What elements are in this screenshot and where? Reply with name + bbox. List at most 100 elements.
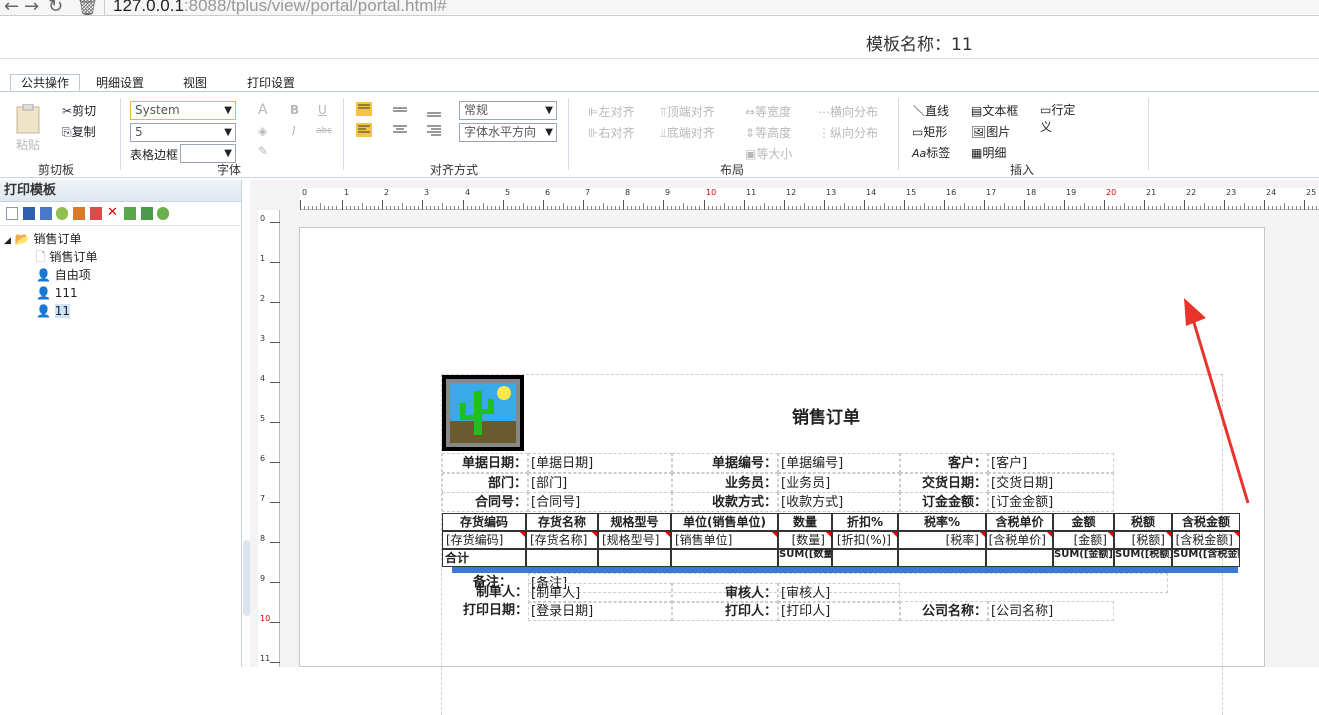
font-size-select[interactable]: 5 ▼ xyxy=(130,123,236,142)
top-align-button[interactable]: ⫪顶端对齐 xyxy=(660,103,715,120)
style-select[interactable]: 常规 ▼ xyxy=(459,101,557,120)
field-value[interactable]: [审核人] xyxy=(778,583,900,603)
table-sum-cell[interactable]: SUM([税额]) xyxy=(1114,549,1172,567)
field-label[interactable]: 合同号： xyxy=(442,492,528,512)
align-top-icon[interactable] xyxy=(355,102,373,119)
bold-button[interactable]: B xyxy=(290,103,299,117)
field-value[interactable]: [单据日期] xyxy=(528,453,672,473)
tab-view[interactable]: 视图 xyxy=(173,75,217,92)
field-value[interactable]: [登录日期] xyxy=(528,601,672,621)
align-right-layout-button[interactable]: ⊪右对齐 xyxy=(588,124,634,141)
table-header-cell[interactable]: 税率% xyxy=(898,513,986,531)
v-distribute-button[interactable]: ⋮纵向分布 xyxy=(818,124,878,141)
equal-size-button[interactable]: ▣等大小 xyxy=(745,145,792,162)
table-detail-cell[interactable]: [规格型号] xyxy=(598,531,671,549)
table-empty-cell[interactable] xyxy=(671,549,778,567)
table-empty-cell[interactable] xyxy=(898,549,986,567)
field-value[interactable]: [合同号] xyxy=(528,492,672,512)
field-value[interactable]: [公司名称] xyxy=(988,601,1114,621)
refresh-icon[interactable] xyxy=(157,207,170,220)
field-label[interactable]: 打印日期： xyxy=(442,601,528,621)
table-header-cell[interactable]: 金额 xyxy=(1053,513,1114,531)
field-label[interactable]: 打印人： xyxy=(672,601,778,621)
table-empty-cell[interactable] xyxy=(526,549,598,567)
table-empty-cell[interactable] xyxy=(986,549,1053,567)
fill-color-icon[interactable]: ◈ xyxy=(258,124,267,138)
table-header-cell[interactable]: 规格型号 xyxy=(598,513,671,531)
font-name-select[interactable]: System ▼ xyxy=(130,101,236,120)
field-value[interactable]: [收款方式] xyxy=(778,492,900,512)
field-value[interactable]: [客户] xyxy=(988,453,1114,473)
field-label[interactable]: 单据日期： xyxy=(442,453,528,473)
table-detail-cell[interactable]: [数量] xyxy=(778,531,832,549)
table-header-cell[interactable]: 含税单价 xyxy=(986,513,1053,531)
insert-row-define-button[interactable]: ▭行定义 xyxy=(1040,102,1086,136)
table-header-cell[interactable]: 含税金额 xyxy=(1172,513,1240,531)
table-header-cell[interactable]: 单位(销售单位) xyxy=(671,513,778,531)
field-value[interactable]: [部门] xyxy=(528,473,672,493)
h-distribute-button[interactable]: ⋯横向分布 xyxy=(818,103,878,120)
table-sum-cell[interactable]: SUM([数量]) xyxy=(778,549,832,567)
table-detail-cell[interactable]: [税额] xyxy=(1114,531,1172,549)
default-icon[interactable] xyxy=(73,207,86,220)
table-sum-cell[interactable]: 合计 xyxy=(442,549,526,567)
table-sum-cell[interactable]: SUM([金额]) xyxy=(1053,549,1114,567)
underline-button[interactable]: U xyxy=(318,103,327,117)
table-header-cell[interactable]: 存货名称 xyxy=(526,513,598,531)
bottom-align-button[interactable]: ⫫底端对齐 xyxy=(660,124,715,141)
paste-button[interactable]: 粘贴 xyxy=(14,104,42,153)
table-header-cell[interactable]: 数量 xyxy=(778,513,832,531)
field-label[interactable]: 交货日期： xyxy=(900,473,988,493)
table-detail-cell[interactable]: [税率] xyxy=(898,531,986,549)
tab-detail-settings[interactable]: 明细设置 xyxy=(86,75,154,92)
tree-item[interactable]: 🗋 销售订单 xyxy=(0,248,241,266)
table-detail-cell[interactable]: [销售单位] xyxy=(671,531,778,549)
back-icon[interactable]: ← xyxy=(4,0,19,17)
field-label[interactable]: 客户： xyxy=(900,453,988,473)
field-value[interactable]: [制单人] xyxy=(528,583,672,603)
brush-icon[interactable]: ✎ xyxy=(258,144,268,158)
field-label[interactable]: 订金金额： xyxy=(900,492,988,512)
import-icon[interactable] xyxy=(123,207,136,220)
tab-print-settings[interactable]: 打印设置 xyxy=(237,75,305,92)
table-header-cell[interactable]: 折扣% xyxy=(832,513,898,531)
field-label[interactable]: 部门： xyxy=(442,473,528,493)
export-icon[interactable] xyxy=(140,207,153,220)
save-as-icon[interactable] xyxy=(39,207,52,220)
field-value[interactable]: [业务员] xyxy=(778,473,900,493)
new-icon[interactable] xyxy=(6,207,18,220)
tree-item[interactable]: 👤 111 xyxy=(0,284,241,302)
save-icon[interactable] xyxy=(22,207,35,220)
insert-line-button[interactable]: ＼直线 xyxy=(913,102,949,119)
align-right-icon[interactable] xyxy=(426,124,442,139)
insert-label-button[interactable]: Aa标签 xyxy=(912,144,950,161)
tree-root[interactable]: ◢ 📂 销售订单 xyxy=(0,230,241,248)
field-value[interactable]: [打印人] xyxy=(778,601,900,621)
table-empty-cell[interactable] xyxy=(598,549,671,567)
forward-icon[interactable]: → xyxy=(24,0,39,17)
field-label[interactable]: 制单人： xyxy=(442,583,528,603)
insert-image-button[interactable]: 🖼图片 xyxy=(971,123,1010,140)
table-detail-cell[interactable]: [存货编码] xyxy=(442,531,526,549)
delete-icon[interactable]: ✕ xyxy=(107,206,119,220)
table-detail-cell[interactable]: [含税金额] xyxy=(1172,531,1240,549)
reload-icon[interactable]: ↻ xyxy=(48,0,63,17)
tree-item-selected[interactable]: 👤 11 xyxy=(0,302,241,320)
cactus-logo-icon[interactable] xyxy=(442,375,524,451)
field-label[interactable]: 审核人： xyxy=(672,583,778,603)
table-header-cell[interactable]: 存货编码 xyxy=(442,513,526,531)
strikethrough-button[interactable]: abc xyxy=(316,126,332,136)
align-center-icon[interactable] xyxy=(392,124,408,139)
italic-button[interactable]: I xyxy=(292,124,296,138)
align-left-icon[interactable] xyxy=(355,123,373,140)
table-detail-cell[interactable]: [金额] xyxy=(1053,531,1114,549)
table-header-cell[interactable]: 税额 xyxy=(1114,513,1172,531)
text-direction-select[interactable]: 字体水平方向 ▼ xyxy=(459,123,557,142)
cut-button[interactable]: ✂剪切 xyxy=(62,102,96,119)
field-label[interactable]: 公司名称： xyxy=(900,601,988,621)
insert-textbox-button[interactable]: ▤文本框 xyxy=(971,102,1018,119)
collapse-icon[interactable]: ◢ xyxy=(4,236,11,246)
table-sum-cell[interactable]: SUM([含税金额]) xyxy=(1172,549,1240,567)
field-label[interactable]: 业务员： xyxy=(672,473,778,493)
copy-button[interactable]: ⎘复制 xyxy=(62,123,96,140)
